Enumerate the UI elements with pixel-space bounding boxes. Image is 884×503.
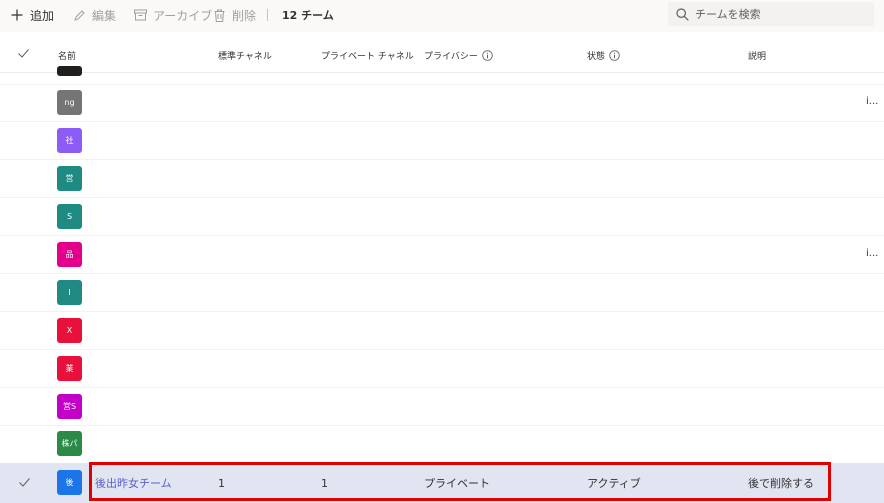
archive-button[interactable]: アーカイブ [133,0,212,30]
search-box[interactable] [668,2,874,26]
add-label: 追加 [30,8,55,23]
trash-icon [212,8,226,22]
list-header: 名前 標準チャネル プライベート チャネル プライバシー 状態 説明 [0,38,884,73]
column-header-privacy[interactable]: プライバシー [424,38,493,72]
truncated-text: i... [866,248,879,259]
edit-label: 編集 [92,8,117,23]
team-avatar: 株パ [57,431,82,456]
plus-icon [10,8,24,22]
description-value: 後で削除する [748,477,814,490]
team-avatar: X [57,318,82,343]
privacy-value: プライベート [424,477,490,490]
team-avatar [57,66,82,76]
private-channels-count: 1 [321,476,328,490]
delete-label: 削除 [232,8,257,23]
team-avatar: 後 [57,470,82,495]
standard-channels-count: 1 [218,476,225,490]
toolbar-divider [267,9,268,21]
status-value: アクティブ [587,477,641,490]
team-avatar: 業 [57,356,82,381]
table-row[interactable]: 社 [0,122,884,160]
team-count: 12 チーム [282,9,334,22]
truncated-text: i... [866,96,879,107]
team-name-link[interactable]: 後出昨女チーム [95,463,172,503]
table-row[interactable]: 業 [0,350,884,388]
table-row[interactable]: 株パ [0,426,884,464]
archive-icon [133,8,147,22]
row-checkbox[interactable] [19,463,30,503]
column-header-status-label: 状態 [587,51,606,62]
table-row[interactable]: I [0,274,884,312]
table-row[interactable]: S [0,198,884,236]
select-all-checkbox[interactable] [18,38,29,72]
team-avatar: 営S [57,394,82,419]
team-avatar: S [57,204,82,229]
table-row[interactable]: X [0,312,884,350]
checkmark-icon [18,49,29,61]
column-header-standard-channels[interactable]: 標準チャネル [218,38,272,72]
table-row-selected[interactable]: 後 後出昨女チーム 1 1 プライベート アクティブ 後で削除する [0,463,884,503]
delete-button[interactable]: 削除 [212,0,256,30]
command-bar: 追加 編集 アーカイブ 削除 12 チーム [0,0,884,32]
search-input[interactable] [695,7,865,21]
table-row[interactable]: 品 i... [0,236,884,274]
edit-button[interactable]: 編集 [72,0,116,30]
pencil-icon [72,8,86,22]
info-icon[interactable] [482,49,493,61]
team-avatar: ng [57,90,82,115]
column-header-description[interactable]: 説明 [748,38,766,72]
column-header-private-channels[interactable]: プライベート チャネル [321,38,414,72]
team-avatar: 社 [57,128,82,153]
team-avatar: 営 [57,166,82,191]
info-icon[interactable] [609,49,620,61]
archive-label: アーカイブ [153,8,213,23]
team-avatar: 品 [57,242,82,267]
checkmark-icon [19,477,30,490]
search-icon [676,7,689,21]
team-avatar: I [57,280,82,305]
table-row[interactable]: 営 [0,160,884,198]
table-row[interactable]: ng i... [0,84,884,122]
column-header-status[interactable]: 状態 [587,38,620,72]
add-button[interactable]: 追加 [10,0,54,30]
column-header-privacy-label: プライバシー [424,51,478,62]
table-row[interactable]: 営S [0,388,884,426]
